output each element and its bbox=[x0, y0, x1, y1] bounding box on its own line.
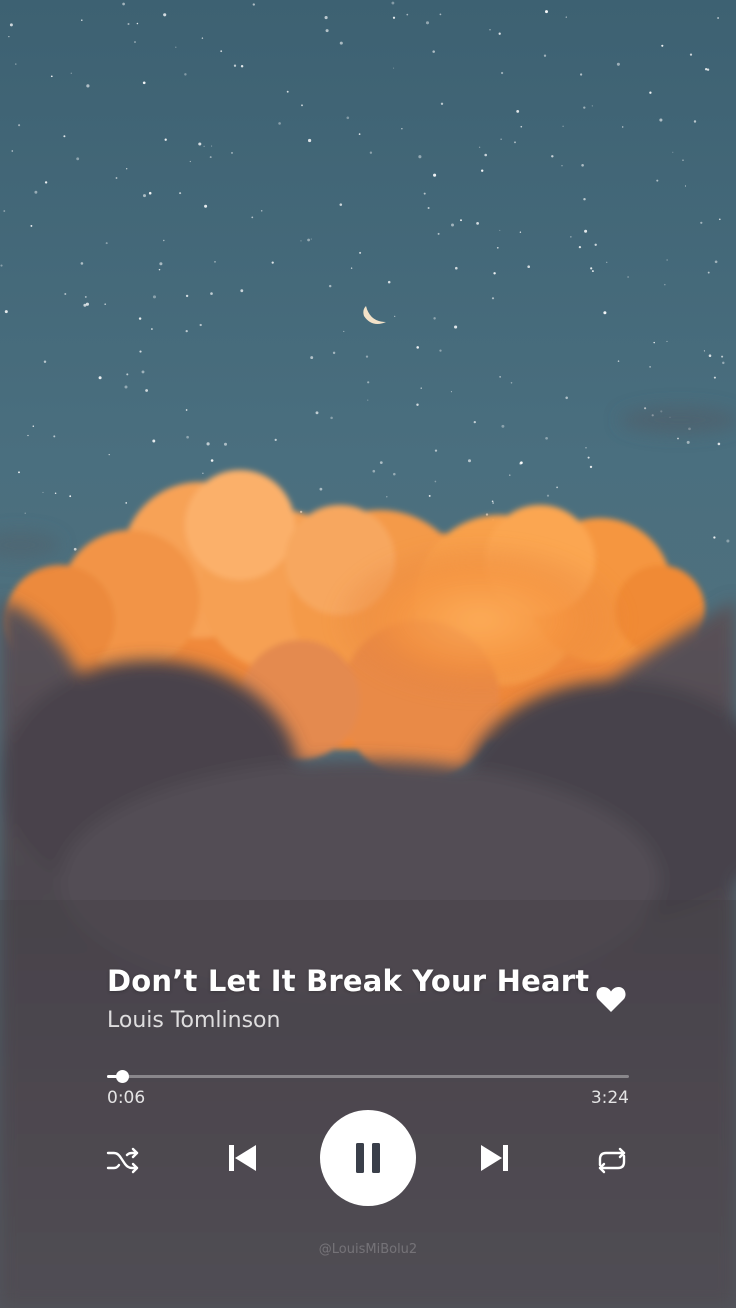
shuffle-button[interactable] bbox=[103, 1140, 143, 1180]
total-time: 3:24 bbox=[590, 1088, 629, 1108]
repeat-button[interactable] bbox=[592, 1140, 632, 1180]
pause-icon bbox=[356, 1143, 380, 1173]
previous-button[interactable] bbox=[221, 1137, 263, 1179]
next-button[interactable] bbox=[474, 1137, 516, 1179]
elapsed-time: 0:06 bbox=[107, 1088, 146, 1108]
repeat-icon bbox=[598, 1147, 626, 1174]
track-artist[interactable]: Louis Tomlinson bbox=[107, 1008, 280, 1033]
watermark: @LouisMiBolu2 bbox=[318, 1242, 418, 1257]
pause-button[interactable] bbox=[320, 1110, 416, 1206]
like-button[interactable] bbox=[592, 980, 630, 1018]
skip-next-icon bbox=[481, 1145, 508, 1171]
heart-icon bbox=[596, 987, 626, 1012]
track-title: Don’t Let It Break Your Heart bbox=[107, 964, 590, 998]
shuffle-icon bbox=[106, 1147, 139, 1174]
progress-bar[interactable] bbox=[107, 1070, 629, 1083]
skip-previous-icon bbox=[229, 1145, 256, 1171]
